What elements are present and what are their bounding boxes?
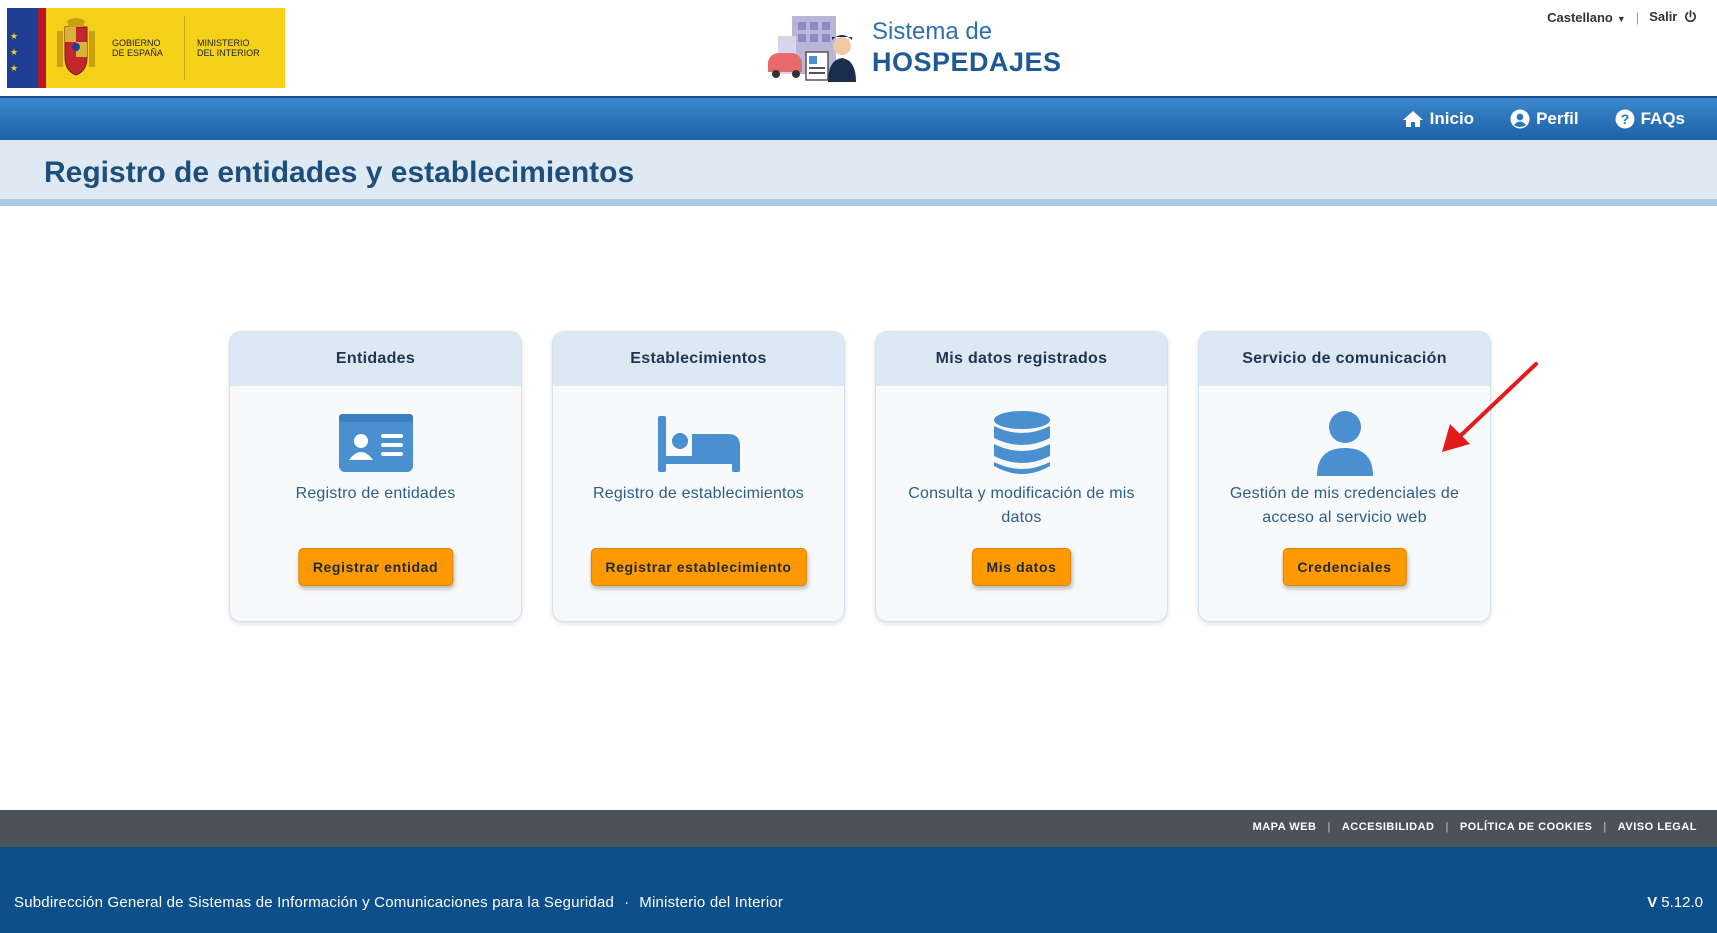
- red-arrow-annotation-icon: [1436, 360, 1540, 461]
- brand-title-line1: Sistema de: [872, 18, 993, 45]
- nav-perfil[interactable]: Perfil: [1510, 109, 1579, 129]
- footer-link-aviso-legal[interactable]: AVISO LEGAL: [1618, 821, 1697, 833]
- power-icon: [1684, 10, 1697, 26]
- footer-link-mapa-web[interactable]: MAPA WEB: [1253, 821, 1317, 833]
- version-label: V 5.12.0: [1647, 894, 1703, 911]
- nav-faqs-label: FAQs: [1640, 109, 1685, 128]
- ministerio-label: MINISTERIO DEL INTERIOR: [197, 38, 260, 58]
- nav-inicio-label: Inicio: [1429, 109, 1475, 128]
- card-title: Establecimientos: [553, 332, 844, 386]
- footer-link-cookies[interactable]: POLÍTICA DE COOKIES: [1460, 821, 1593, 833]
- bed-icon: [553, 410, 844, 476]
- nav-inicio[interactable]: Inicio: [1402, 109, 1474, 129]
- separator-dot: ·: [624, 894, 630, 911]
- footer: Subdirección General de Sistemas de Info…: [0, 847, 1717, 933]
- gobierno-label: GOBIERNO DE ESPAÑA: [112, 38, 163, 58]
- app-brand[interactable]: Sistema de HOSPEDAJES: [764, 12, 1062, 84]
- registrar-establecimiento-button[interactable]: Registrar establecimiento: [590, 548, 807, 586]
- separator: |: [1603, 821, 1607, 833]
- svg-text:?: ?: [1620, 111, 1629, 127]
- card-description: Registro de entidades: [295, 485, 456, 502]
- hospedajes-illustration-icon: [764, 12, 860, 84]
- version-prefix: V: [1647, 894, 1658, 911]
- footer-links-bar: MAPA WEB | ACCESIBILIDAD | POLÍTICA DE C…: [0, 810, 1717, 847]
- card-description: Consulta y modificación de mis datos: [908, 485, 1135, 526]
- card-mis-datos: Mis datos registrados Consulta y modific…: [875, 331, 1168, 622]
- separator: |: [1327, 821, 1331, 833]
- registrar-entidad-button[interactable]: Registrar entidad: [297, 548, 454, 586]
- logout-link[interactable]: Salir: [1649, 9, 1697, 26]
- top-links: Castellano ▼ | Salir: [1547, 9, 1697, 26]
- coat-of-arms-icon: [46, 8, 106, 88]
- credenciales-button[interactable]: Credenciales: [1282, 548, 1407, 586]
- version-number: 5.12.0: [1661, 894, 1703, 911]
- id-card-icon: [230, 410, 521, 476]
- separator: |: [1635, 10, 1640, 25]
- user-circle-icon: [1510, 109, 1530, 129]
- card-title: Entidades: [230, 332, 521, 386]
- mis-datos-button[interactable]: Mis datos: [971, 548, 1072, 586]
- gobierno-de-espana-logo[interactable]: ★ ★ ★ GOBIERNO DE ESPAÑA MINISTERIO DEL INTE…: [7, 8, 285, 88]
- brand-title-line2: HOSPEDAJES: [872, 47, 1062, 77]
- main-navbar: Inicio Perfil ? FAQs: [0, 96, 1717, 140]
- footer-link-accesibilidad[interactable]: ACCESIBILIDAD: [1342, 821, 1435, 833]
- caret-down-icon: ▼: [1616, 14, 1626, 24]
- card-title: Mis datos registrados: [876, 332, 1167, 386]
- title-band: Registro de entidades y establecimientos: [0, 140, 1717, 206]
- question-circle-icon: ?: [1615, 109, 1635, 129]
- card-establecimientos: Establecimientos Registro de establecimi…: [552, 331, 845, 622]
- home-icon: [1402, 110, 1424, 128]
- card-entidades: Entidades Registro de entidades Registra…: [229, 331, 522, 622]
- card-description: Registro de establecimientos: [592, 485, 805, 502]
- nav-perfil-label: Perfil: [1536, 109, 1579, 128]
- footer-organization: Subdirección General de Sistemas de Info…: [14, 894, 783, 911]
- ministry-name: Ministerio del Interior: [639, 894, 784, 911]
- nav-faqs[interactable]: ? FAQs: [1615, 109, 1685, 129]
- cards-grid: Entidades Registro de entidades Registra…: [229, 331, 1491, 622]
- database-icon: [876, 410, 1167, 476]
- organization-name: Subdirección General de Sistemas de Info…: [14, 894, 615, 911]
- eu-stars-icon: ★ ★ ★: [10, 31, 19, 73]
- flag-stripe: [38, 8, 46, 88]
- header: ★ ★ ★ GOBIERNO DE ESPAÑA MINISTERIO DEL INTE…: [0, 0, 1717, 96]
- separator: |: [1445, 821, 1449, 833]
- page-title: Registro de entidades y establecimientos: [44, 156, 635, 189]
- language-selector[interactable]: Castellano ▼: [1547, 10, 1626, 25]
- card-description: Gestión de mis credenciales de acceso al…: [1229, 485, 1460, 526]
- eu-flag: ★ ★ ★: [7, 8, 38, 88]
